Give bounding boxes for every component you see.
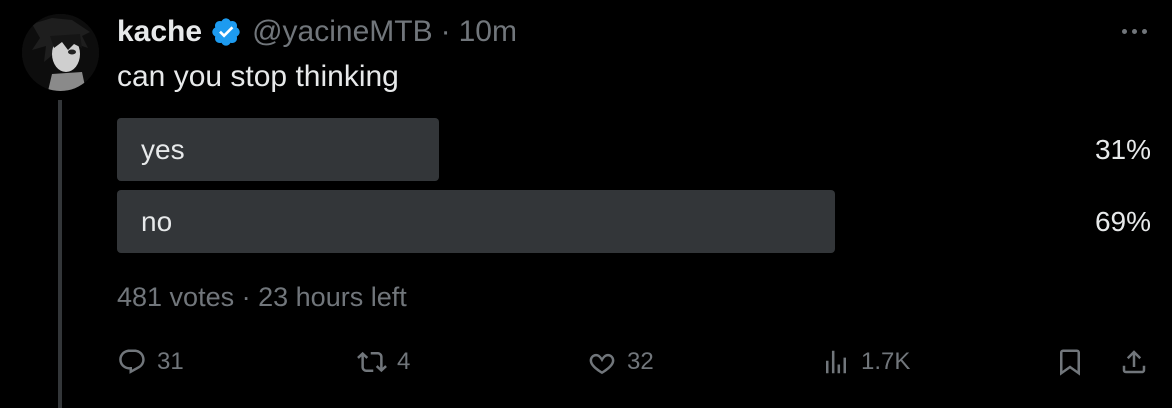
poll-option-percent: 69% — [1094, 206, 1151, 237]
bookmark-icon — [1060, 349, 1080, 376]
views-icon — [826, 350, 846, 374]
header-separator: · — [440, 15, 451, 48]
more-dot — [1131, 28, 1137, 34]
avatar[interactable] — [22, 14, 99, 91]
reply-count: 31 — [157, 348, 184, 375]
thread-line — [58, 100, 62, 408]
retweet-count: 4 — [397, 348, 411, 375]
action-bar: 31 4 32 1.7K — [117, 342, 1157, 382]
share-button[interactable] — [1119, 342, 1149, 382]
poll-option-label: yes — [141, 134, 185, 165]
more-options-icon[interactable] — [1114, 16, 1154, 46]
verified-badge-icon[interactable] — [210, 16, 242, 48]
views-count: 1.7K — [861, 348, 911, 375]
retweet-icon — [357, 351, 387, 373]
poll-time-left: 23 hours left — [258, 282, 407, 312]
poll-option-yes: yes 31% — [117, 118, 1157, 181]
bookmark-button[interactable] — [1055, 342, 1085, 382]
more-dot — [1141, 28, 1147, 34]
user-handle[interactable]: @yacineMTB — [252, 15, 433, 49]
like-count: 32 — [627, 348, 654, 375]
poll-bar-no — [117, 190, 835, 253]
display-name[interactable]: kache — [117, 15, 202, 49]
more-dot — [1121, 28, 1127, 34]
poll-option-label: no — [141, 206, 173, 237]
heart-icon — [589, 353, 615, 375]
like-button[interactable]: 32 — [587, 342, 654, 382]
poll-option-percent: 31% — [1094, 134, 1151, 165]
tweet-text: can you stop thinking — [117, 60, 399, 93]
retweet-button[interactable]: 4 — [357, 342, 410, 382]
tweet-time[interactable]: 10m — [459, 15, 517, 49]
reply-icon — [119, 349, 145, 374]
poll-meta: 481 votes · 23 hours left — [117, 282, 407, 313]
views-button[interactable]: 1.7K — [821, 342, 910, 382]
poll-option-no: no 69% — [117, 190, 1157, 253]
tweet-header: kache @yacineMTB · 10m — [117, 14, 517, 50]
poll-votes: 481 votes — [117, 282, 235, 312]
reply-button[interactable]: 31 — [117, 342, 184, 382]
poll-meta-separator: · — [241, 282, 251, 312]
share-icon — [1122, 350, 1146, 374]
